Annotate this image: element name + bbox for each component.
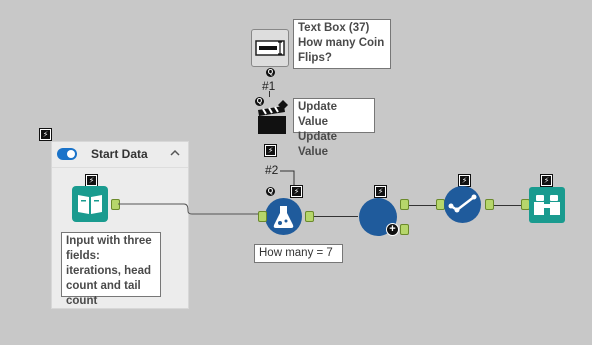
book-icon	[78, 195, 102, 214]
clapperboard-icon	[258, 100, 288, 134]
update-annotation: Update Value Update Value	[293, 98, 375, 158]
question-icon: Q	[266, 68, 275, 77]
lightning-icon: ⚡	[459, 175, 470, 186]
connection-label: #2	[265, 163, 279, 177]
output-anchor[interactable]	[305, 211, 314, 222]
question-icon: Q	[266, 187, 275, 196]
collapse-icon[interactable]	[169, 144, 181, 162]
binoculars-icon	[534, 195, 560, 215]
lightning-icon: ⚡	[375, 186, 386, 197]
formula-annotation: How many = 7	[254, 244, 343, 263]
container-title: Start Data	[91, 147, 148, 161]
checkmark-icon	[448, 194, 477, 213]
circle-plus-icon: +	[386, 223, 399, 236]
text-box-icon	[255, 40, 285, 56]
input-data-tool[interactable]	[72, 186, 108, 222]
input-annotation: Input with three fields: iterations, hea…	[61, 232, 161, 307]
formula-tool[interactable]	[265, 198, 302, 235]
flask-icon	[273, 206, 294, 228]
output-anchor[interactable]	[485, 199, 494, 210]
lightning-icon: ⚡	[541, 175, 552, 186]
lightning-icon: ⚡	[265, 145, 276, 156]
lightning-icon: ⚡	[40, 129, 51, 140]
lightning-icon: ⚡	[291, 186, 302, 197]
input-anchor[interactable]	[258, 211, 267, 222]
action-tool[interactable]	[254, 100, 290, 138]
container-header[interactable]: Start Data	[52, 142, 188, 168]
text-box-tool[interactable]	[251, 29, 289, 67]
check-tool[interactable]	[444, 186, 481, 223]
output-anchor[interactable]	[400, 199, 409, 210]
textbox-annotation: Text Box (37) How many Coin Flips?	[293, 19, 391, 69]
output-anchor[interactable]	[400, 224, 409, 235]
connector-line	[118, 203, 266, 215]
connector-line	[280, 170, 295, 186]
container-toggle[interactable]	[57, 148, 77, 160]
lightning-icon: ⚡	[86, 175, 97, 186]
browse-tool[interactable]	[529, 187, 565, 223]
